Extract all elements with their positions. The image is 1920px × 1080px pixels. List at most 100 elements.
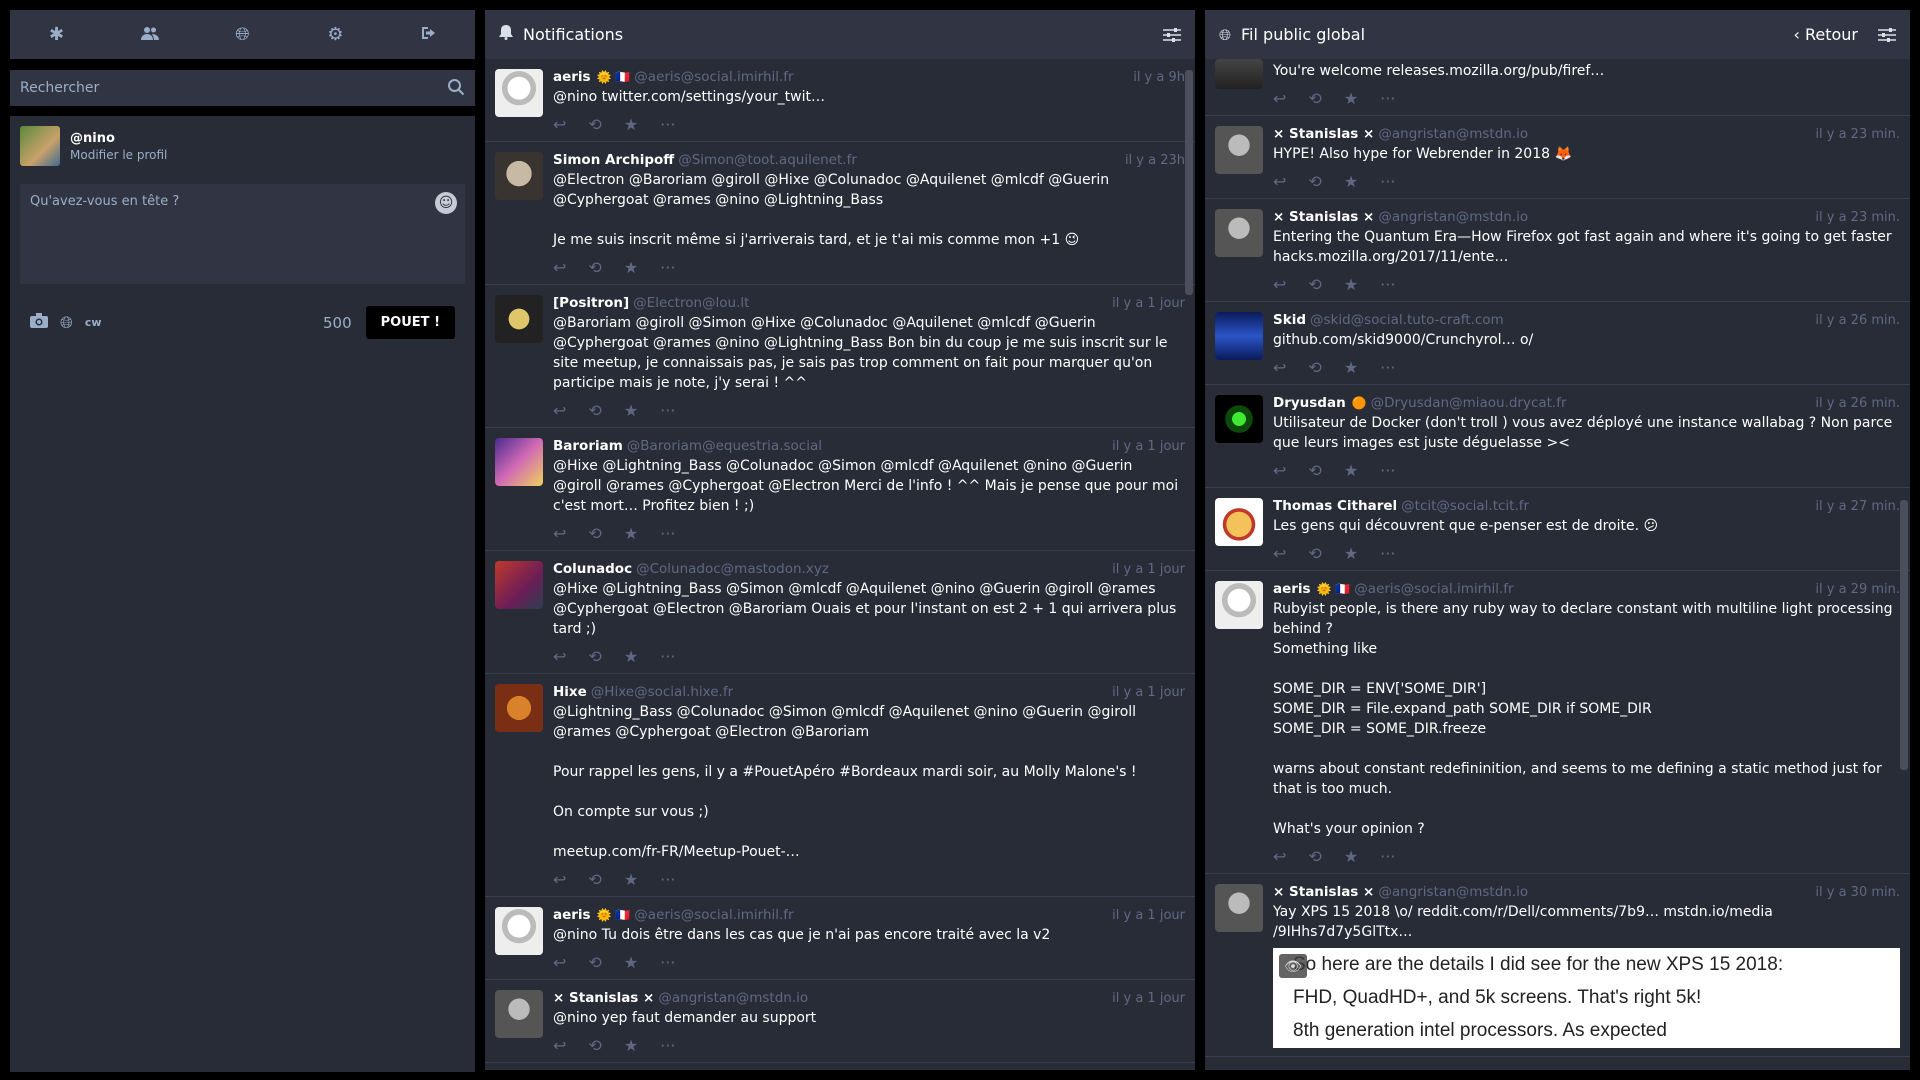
timestamp[interactable]: il y a 1 jour (1104, 296, 1185, 311)
timestamp[interactable]: il y a 1 jour (1104, 439, 1185, 454)
more-icon[interactable]: ··· (660, 953, 675, 972)
boost-icon[interactable]: ⟲ (1308, 544, 1321, 563)
account-handle[interactable]: @Electron@lou.lt (633, 295, 749, 311)
globe-icon[interactable]: 🌐︎ (223, 24, 263, 45)
account-handle[interactable]: @aeris@social.imirhil.fr (634, 69, 793, 85)
content-warning-toggle[interactable]: cw (85, 316, 102, 329)
timestamp[interactable]: il y a 26 min. (1807, 313, 1900, 328)
reply-icon[interactable]: ↩ (553, 524, 566, 543)
more-icon[interactable]: ··· (660, 115, 675, 134)
reply-icon[interactable]: ↩ (553, 1036, 566, 1055)
favourite-icon[interactable]: ★ (624, 524, 638, 543)
reply-icon[interactable]: ↩ (1273, 544, 1286, 563)
more-icon[interactable]: ··· (660, 870, 675, 889)
avatar[interactable] (495, 990, 543, 1038)
favourite-icon[interactable]: ★ (1344, 358, 1358, 377)
account-handle[interactable]: @angristan@mstdn.io (1378, 884, 1528, 900)
more-icon[interactable]: ··· (1380, 89, 1395, 108)
more-icon[interactable]: ··· (660, 524, 675, 543)
reply-icon[interactable]: ↩ (1273, 847, 1286, 866)
account-handle[interactable]: @aeris@social.imirhil.fr (634, 907, 793, 923)
timestamp[interactable]: il y a 1 jour (1104, 685, 1185, 700)
column-settings-icon[interactable] (1878, 27, 1896, 43)
account-handle[interactable]: @Dryusdan@miaou.drycat.fr (1371, 395, 1567, 411)
account-handle[interactable]: @skid@social.tuto-craft.com (1310, 312, 1504, 328)
compose-textarea[interactable]: Qu'avez-vous en tête ? ☺ (20, 184, 465, 284)
avatar[interactable] (495, 152, 543, 200)
scrollbar[interactable] (1900, 500, 1908, 770)
avatar[interactable] (495, 907, 543, 955)
avatar[interactable] (1215, 126, 1263, 174)
avatar[interactable] (1215, 884, 1263, 932)
timestamp[interactable]: il y a 23 min. (1807, 127, 1900, 142)
reply-icon[interactable]: ↩ (1273, 461, 1286, 480)
timestamp[interactable]: il y a 1 jour (1104, 908, 1185, 923)
display-name[interactable]: aeris (553, 69, 591, 85)
favourite-icon[interactable]: ★ (624, 870, 638, 889)
avatar[interactable] (1215, 395, 1263, 443)
column-settings-icon[interactable] (1163, 27, 1181, 43)
more-icon[interactable]: ··· (660, 258, 675, 277)
more-icon[interactable]: ··· (660, 647, 675, 666)
boost-icon[interactable]: ⟲ (588, 258, 601, 277)
favourite-icon[interactable]: ★ (624, 1036, 638, 1055)
status[interactable]: × Stanislas × @angristan@mstdn.io il y a 1… (485, 980, 1195, 1063)
avatar[interactable] (1215, 581, 1263, 629)
status[interactable]: Colunadoc @Colunadoc@mastodon.xyz il y a 1… (485, 551, 1195, 674)
display-name[interactable]: × Stanislas × (553, 990, 654, 1006)
search-input[interactable] (10, 70, 475, 106)
timestamp[interactable]: il y a 23h (1117, 153, 1185, 168)
reply-icon[interactable]: ↩ (1273, 275, 1286, 294)
asterisk-icon[interactable]: ✱ (37, 24, 77, 45)
reply-icon[interactable]: ↩ (553, 647, 566, 666)
camera-icon[interactable] (30, 313, 48, 332)
display-name[interactable]: × Stanislas × (1273, 126, 1374, 142)
favourite-icon[interactable]: ★ (624, 647, 638, 666)
account-handle[interactable]: @angristan@mstdn.io (658, 990, 808, 1006)
avatar[interactable] (1215, 59, 1263, 89)
reply-icon[interactable]: ↩ (553, 870, 566, 889)
account-handle[interactable]: @Simon@toot.aquilenet.fr (678, 152, 857, 168)
boost-icon[interactable]: ⟲ (588, 647, 601, 666)
boost-icon[interactable]: ⟲ (1308, 461, 1321, 480)
status[interactable]: × Stanislas × @angristan@mstdn.io il y a 2… (1205, 116, 1910, 199)
users-icon[interactable] (130, 24, 170, 45)
boost-icon[interactable]: ⟲ (588, 115, 601, 134)
more-icon[interactable]: ··· (660, 401, 675, 420)
public-timeline-list[interactable]: × Stanislas × @angristan@mstdn.io il y a 2… (1205, 116, 1910, 1057)
more-icon[interactable]: ··· (1380, 461, 1395, 480)
status[interactable]: aeris 🌞 🇫🇷 @aeris@social.imirhil.fr il y a … (1205, 571, 1910, 874)
status[interactable]: Simon Archipoff @Simon@toot.aquilenet.fr i… (485, 142, 1195, 285)
reply-icon[interactable]: ↩ (1273, 172, 1286, 191)
reply-icon[interactable]: ↩ (1273, 89, 1286, 108)
reply-icon[interactable]: ↩ (553, 953, 566, 972)
boost-icon[interactable]: ⟲ (588, 401, 601, 420)
display-name[interactable]: Colunadoc (553, 561, 632, 577)
avatar[interactable] (495, 69, 543, 117)
favourite-icon[interactable]: ★ (624, 401, 638, 420)
more-icon[interactable]: ··· (660, 1036, 675, 1055)
boost-icon[interactable]: ⟲ (1308, 358, 1321, 377)
avatar[interactable] (495, 438, 543, 486)
edit-profile-link[interactable]: Modifier le profil (70, 148, 167, 162)
favourite-icon[interactable]: ★ (1344, 544, 1358, 563)
more-icon[interactable]: ··· (1380, 847, 1395, 866)
favourite-icon[interactable]: ★ (1344, 89, 1358, 108)
display-name[interactable]: Dryusdan (1273, 395, 1346, 411)
more-icon[interactable]: ··· (1380, 544, 1395, 563)
account-handle[interactable]: @Colunadoc@mastodon.xyz (636, 561, 829, 577)
account-handle[interactable]: @nino (70, 131, 167, 146)
account-handle[interactable]: @angristan@mstdn.io (1378, 209, 1528, 225)
scrollbar[interactable] (1185, 70, 1193, 295)
search-icon[interactable] (447, 78, 465, 96)
favourite-icon[interactable]: ★ (624, 953, 638, 972)
media-attachment[interactable]: 👁 So here are the details I did see for t… (1273, 948, 1900, 1048)
avatar[interactable] (495, 561, 543, 609)
avatar[interactable] (1215, 498, 1263, 546)
status[interactable]: aeris 🌞 🇫🇷 @aeris@social.imirhil.fr il y a … (485, 897, 1195, 980)
more-icon[interactable]: ··· (1380, 172, 1395, 191)
avatar[interactable] (20, 126, 60, 166)
emoji-picker-icon[interactable]: ☺ (435, 192, 457, 214)
display-name[interactable]: × Stanislas × (1273, 884, 1374, 900)
boost-icon[interactable]: ⟲ (1308, 847, 1321, 866)
